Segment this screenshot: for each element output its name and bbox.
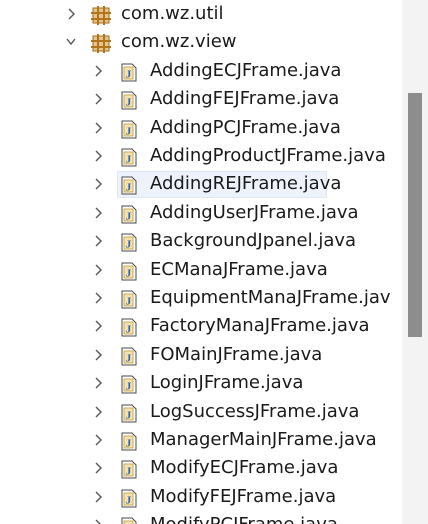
tree-file-row[interactable]: J AddingUserJFrame.java [0, 199, 402, 227]
package-icon [91, 6, 111, 25]
tree-file-row[interactable]: J AddingFEJFrame.java [0, 85, 402, 113]
chevron-right-icon[interactable] [93, 461, 103, 475]
vertical-scrollbar[interactable] [402, 0, 428, 524]
tree-file-row[interactable]: J AddingProductJFrame.java [0, 142, 402, 170]
svg-text:J: J [126, 409, 132, 421]
tree-file-row[interactable]: J ECManaJFrame.java [0, 256, 402, 284]
java-file-icon: J [121, 148, 137, 167]
tree-item-label: ModifyECJFrame.java [150, 457, 339, 479]
chevron-down-icon[interactable] [66, 35, 76, 49]
tree-item-label: com.wz.util [121, 3, 224, 24]
java-file-icon: J [121, 233, 137, 252]
chevron-right-icon[interactable] [93, 121, 103, 135]
svg-text:J: J [126, 494, 132, 506]
java-file-icon: J [121, 347, 137, 366]
tree-file-row[interactable]: J ModifyFEJFrame.java [0, 483, 402, 511]
java-file-icon: J [121, 290, 137, 309]
java-file-icon: J [121, 63, 137, 82]
svg-text:J: J [126, 352, 132, 364]
tree-item-label: ModifyPCJFrame.java [150, 513, 338, 524]
tree-item-label: AddingREJFrame.java [150, 173, 342, 195]
svg-text:J: J [126, 68, 132, 80]
chevron-right-icon[interactable] [93, 92, 103, 106]
java-file-icon: J [121, 120, 137, 139]
chevron-right-icon[interactable] [93, 263, 103, 277]
tree-file-row[interactable]: J ModifyPCJFrame.java [0, 511, 402, 524]
java-file-icon: J [121, 205, 137, 224]
java-file-icon: J [121, 460, 137, 479]
svg-text:J: J [126, 182, 132, 194]
chevron-right-icon[interactable] [93, 348, 103, 362]
tree-file-row[interactable]: J ModifyECJFrame.java [0, 454, 402, 482]
svg-text:J: J [126, 267, 132, 279]
scrollbar-thumb[interactable] [408, 93, 422, 337]
chevron-right-icon[interactable] [93, 149, 103, 163]
tree-item-label: AddingPCJFrame.java [150, 116, 341, 138]
tree-file-row[interactable]: J FactoryManaJFrame.java [0, 312, 402, 340]
tree-file-row[interactable]: J AddingPCJFrame.java [0, 114, 402, 142]
package-explorer-tree[interactable]: com.wz.util com.wz.view J AddingECJFrame.ja… [0, 0, 402, 524]
tree-item-label: LogSuccessJFrame.java [150, 400, 360, 422]
tree-file-row[interactable]: J FOMainJFrame.java [0, 341, 402, 369]
svg-text:J: J [126, 210, 132, 222]
chevron-right-icon[interactable] [93, 234, 103, 248]
tree-item-label: com.wz.view [121, 31, 237, 53]
tree-item-label: ModifyFEJFrame.java [150, 485, 337, 507]
chevron-right-icon[interactable] [93, 518, 103, 524]
chevron-right-icon[interactable] [93, 206, 103, 220]
java-file-icon: J [121, 375, 137, 394]
tree-item-label: ManagerMainJFrame.java [150, 429, 377, 450]
tree-item-label: AddingUserJFrame.java [150, 201, 359, 223]
chevron-right-icon[interactable] [66, 7, 76, 21]
tree-item-label: FOMainJFrame.java [150, 343, 323, 365]
tree-file-row[interactable]: J BackgroundJpanel.java [0, 227, 402, 255]
tree-item-label: BackgroundJpanel.java [150, 230, 357, 252]
java-file-icon: J [121, 318, 137, 337]
tree-item-label: EquipmentManaJFrame.jav [150, 287, 391, 308]
java-file-icon: J [121, 489, 137, 508]
tree-package-row[interactable]: com.wz.util [0, 0, 402, 28]
svg-text:J: J [126, 438, 132, 450]
tree-item-label: AddingProductJFrame.java [150, 145, 386, 166]
svg-text:J: J [126, 466, 132, 478]
tree-item-label: AddingECJFrame.java [150, 59, 342, 81]
svg-text:J: J [126, 324, 132, 336]
tree-file-row[interactable]: J AddingECJFrame.java [0, 57, 402, 85]
svg-text:J: J [126, 239, 132, 251]
chevron-right-icon[interactable] [93, 433, 103, 447]
chevron-right-icon[interactable] [93, 376, 103, 390]
chevron-right-icon[interactable] [93, 177, 103, 191]
tree-item-label: AddingFEJFrame.java [150, 88, 340, 110]
tree-item-label: LoginJFrame.java [150, 372, 304, 394]
tree-file-row[interactable]: J ManagerMainJFrame.java [0, 426, 402, 454]
tree-item-label: ECManaJFrame.java [150, 258, 328, 280]
java-file-icon: J [121, 262, 137, 281]
tree-package-row[interactable]: com.wz.view [0, 28, 402, 56]
java-file-icon: J [121, 91, 137, 110]
java-file-icon: J [121, 176, 137, 195]
tree-item-label: FactoryManaJFrame.java [150, 315, 370, 337]
svg-text:J: J [126, 381, 132, 393]
chevron-right-icon[interactable] [93, 405, 103, 419]
chevron-right-icon[interactable] [93, 490, 103, 504]
svg-text:J: J [126, 154, 132, 166]
svg-text:J: J [126, 97, 132, 109]
tree-file-row[interactable]: J EquipmentManaJFrame.jav [0, 284, 402, 312]
package-icon [91, 34, 111, 54]
java-file-icon: J [121, 432, 137, 451]
svg-text:J: J [126, 125, 132, 137]
tree-file-row[interactable]: J AddingREJFrame.java [0, 170, 402, 199]
svg-text:J: J [126, 296, 132, 308]
java-file-icon: J [121, 517, 137, 524]
chevron-right-icon[interactable] [93, 64, 103, 78]
chevron-right-icon[interactable] [93, 319, 103, 333]
tree-file-row[interactable]: J LoginJFrame.java [0, 369, 402, 397]
java-file-icon: J [121, 404, 137, 423]
tree-file-row[interactable]: J LogSuccessJFrame.java [0, 398, 402, 426]
chevron-right-icon[interactable] [93, 291, 103, 305]
